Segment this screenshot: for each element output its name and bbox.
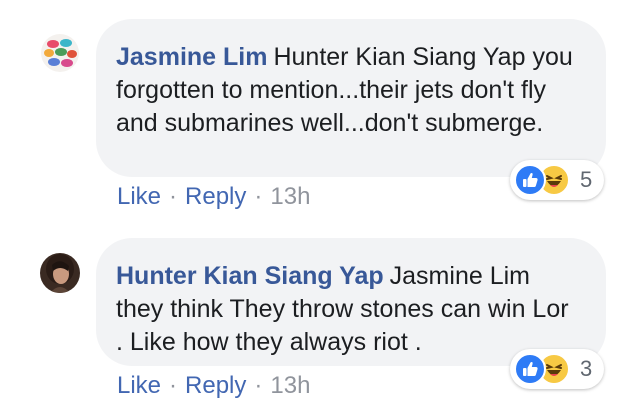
separator: · xyxy=(254,183,263,210)
comment-actions: Like · Reply · 13h xyxy=(117,183,310,211)
avatar-image xyxy=(40,33,80,73)
avatar[interactable] xyxy=(40,33,80,73)
avatar-image xyxy=(40,253,80,293)
reaction-count: 3 xyxy=(580,356,593,381)
reply-link[interactable]: Reply xyxy=(185,183,246,210)
reactions-summary[interactable]: 5 xyxy=(510,160,605,200)
comment-timestamp[interactable]: 13h xyxy=(270,183,310,210)
avatar[interactable] xyxy=(40,253,80,293)
like-icon xyxy=(514,353,546,385)
comment-text: they think They throw stones can win Lor… xyxy=(116,295,569,356)
reaction-count: 5 xyxy=(580,167,593,192)
comment-bubble: Hunter Kian Siang Yap Jasmine Lim they th… xyxy=(96,238,606,366)
comment-mention[interactable]: Jasmine Lim xyxy=(390,262,530,290)
comment-author[interactable]: Jasmine Lim xyxy=(116,43,267,71)
like-icon xyxy=(514,164,546,196)
comment-author[interactable]: Hunter Kian Siang Yap xyxy=(116,262,384,290)
reactions-summary[interactable]: 3 xyxy=(510,349,605,389)
reply-link[interactable]: Reply xyxy=(185,372,246,399)
comment-timestamp[interactable]: 13h xyxy=(270,372,310,399)
separator: · xyxy=(169,372,178,399)
comment-actions: Like · Reply · 13h xyxy=(117,372,310,400)
comment-bubble: Jasmine Lim Hunter Kian Siang Yap you for… xyxy=(96,19,606,177)
like-link[interactable]: Like xyxy=(117,183,161,210)
comment-mention[interactable]: Hunter Kian Siang Yap xyxy=(273,43,525,71)
separator: · xyxy=(169,183,178,210)
separator: · xyxy=(254,372,263,399)
comment-thread: Jasmine Lim Hunter Kian Siang Yap you for… xyxy=(0,0,644,420)
like-link[interactable]: Like xyxy=(117,372,161,399)
